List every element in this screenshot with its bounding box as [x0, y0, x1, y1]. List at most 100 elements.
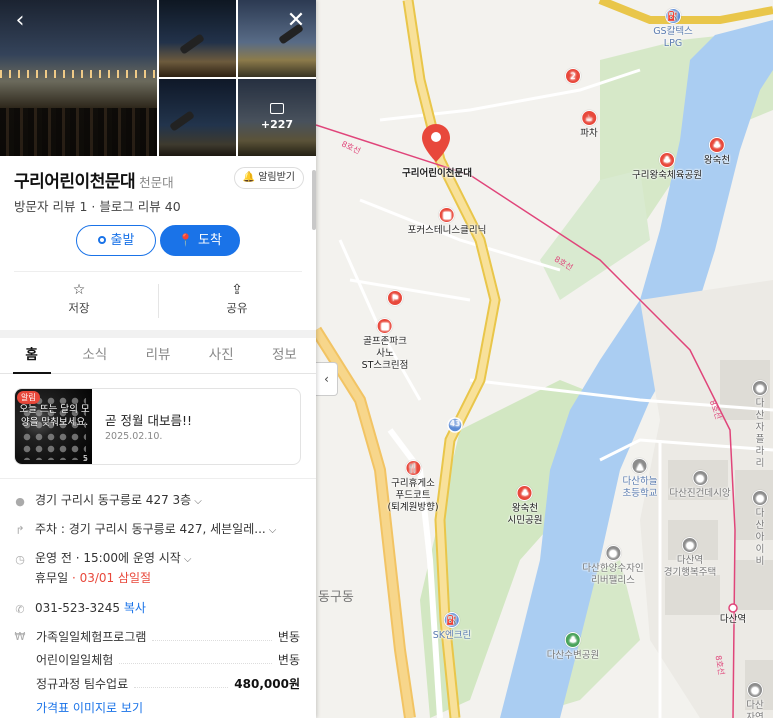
map-poi-tennis[interactable]: ■ 포커스테니스클리닉 [408, 207, 486, 237]
map-poi-dasan-jingeon[interactable]: ● 다산진건데시앙 [669, 470, 731, 500]
parking-row[interactable]: ↱ 주차 : 경기 구리시 동구릉로 427, 세븐일레... ⌵ [14, 520, 306, 537]
action-bar: ☆ 저장 ⇪ 공유 [0, 282, 316, 322]
phone-row: ✆ 031-523-3245 복사 [15, 601, 146, 616]
price-row: 정규과정 팀수업료 480,000원 [36, 677, 300, 691]
photo-thumb[interactable] [159, 0, 236, 77]
hours-row[interactable]: ◷ 운영 전 · 15:00에 운영 시작 ⌵ [14, 549, 306, 566]
phone-icon: ✆ [15, 603, 25, 616]
tab-photos[interactable]: 사진 [190, 338, 253, 373]
panel-scrollbar[interactable] [312, 0, 316, 718]
news-card[interactable]: 알림 오늘 뜨는 달의 모양을 맞춰보세요. 5 곧 정월 대보름!! 2025… [14, 388, 301, 465]
chevron-down-icon: ⌵ [268, 525, 277, 536]
arrive-button[interactable]: 📍 도착 [160, 225, 240, 256]
map-poi-sk[interactable]: ⛽ SK엔크린 [433, 612, 471, 642]
sports-icon: ■ [438, 207, 455, 223]
photo-grid[interactable]: +227 ‹ ✕ [0, 0, 316, 156]
chevron-left-icon: ‹ [324, 372, 329, 386]
building-icon: ● [752, 490, 768, 506]
news-title: 곧 정월 대보름!! [105, 413, 192, 428]
map-poi-riverpalace[interactable]: ● 다산한양수자인 리버팰리스 [582, 545, 644, 587]
review-summary[interactable]: 방문자 리뷰 1 · 블로그 리뷰 40 [14, 196, 181, 215]
route-43-shield: 43 [449, 419, 461, 428]
building-icon: ● [681, 537, 698, 553]
map-poi-rest-area[interactable]: 🍴 구리휴게소 푸드코트 (퇴계원방향) [387, 460, 439, 514]
map-label-dasan-station[interactable]: 다산역 [720, 614, 746, 626]
place-category: 천문대 [139, 175, 174, 190]
restaurant-icon: 🍴 [405, 460, 421, 476]
gas-station-icon: ⛽ [443, 612, 460, 628]
news-thumb-count: 5 [82, 454, 88, 463]
map-poi-dasan-right3[interactable]: ● 다산 자연앤푸 [746, 682, 764, 718]
photo-thumb[interactable] [159, 79, 236, 156]
price-row: 어린이일일체험 변동 [36, 653, 300, 667]
photo-more-count: +227 [260, 118, 294, 131]
tab-bar: 홈 소식 리뷰 사진 정보 [0, 338, 316, 374]
scrollbar-thumb[interactable] [312, 170, 316, 230]
depart-button[interactable]: 출발 [76, 225, 156, 256]
holiday-row: 휴무일 · 03/01 삼일절 [35, 571, 152, 585]
map-poi-number[interactable]: 2 [565, 68, 581, 86]
park-icon: ♣ [708, 137, 725, 153]
photo-more[interactable]: +227 [238, 79, 316, 156]
chevron-down-icon: ⌵ [183, 554, 192, 565]
map-poi-dasan-right2[interactable]: ● 다산 아이비 [752, 490, 768, 568]
alarm-button[interactable]: 🔔 알림받기 [233, 167, 304, 189]
place-name: 구리어린이천문대 [14, 172, 136, 192]
building-icon: ● [747, 682, 763, 698]
save-button[interactable]: ☆ 저장 [0, 282, 158, 322]
school-icon: ▲ [632, 458, 648, 474]
map-poi-flag[interactable]: ⚑ [387, 290, 403, 308]
close-icon: ✕ [286, 8, 306, 33]
route-buttons: 출발 📍 도착 [76, 225, 240, 256]
share-icon: ⇪ [231, 282, 243, 298]
map-poi-pacha[interactable]: ☕ 파차 [580, 110, 598, 140]
map-poi-sports-park[interactable]: ♣ 구리왕숙체육공원 [632, 152, 702, 182]
bell-icon: 🔔 [242, 172, 255, 183]
destination-pin-icon: 📍 [178, 233, 194, 247]
price-image-link[interactable]: 가격표 이미지로 보기 [36, 699, 143, 716]
tab-info[interactable]: 정보 [253, 338, 316, 373]
cafe-icon: ☕ [580, 110, 597, 126]
news-thumb-caption: 오늘 뜨는 달의 모양을 맞춰보세요. [19, 404, 90, 428]
divider [14, 271, 302, 272]
map-poi-dasan-happy[interactable]: ● 다산역 경기행복주택 [664, 537, 716, 579]
share-button[interactable]: ⇪ 공유 [158, 282, 316, 322]
map-poi-golf[interactable]: ■ 골프존파크 사노 ST스크린점 [362, 318, 408, 372]
location-pin-icon[interactable] [422, 124, 450, 162]
map-poi-citizen-park[interactable]: ♣ 왕숙천 시민공원 [508, 485, 542, 527]
tab-reviews[interactable]: 리뷰 [126, 338, 189, 373]
park-icon: ♣ [517, 485, 533, 501]
map-area-label: 동구동 [318, 590, 354, 605]
gas-station-icon: ⛽ [665, 8, 681, 24]
building-icon: ● [752, 380, 768, 396]
park-icon: ♣ [658, 152, 675, 168]
close-button[interactable]: ✕ [284, 10, 308, 34]
panel-collapse-button[interactable]: ‹ [316, 362, 338, 396]
number-pin-icon: 2 [565, 68, 581, 84]
section-divider [0, 330, 316, 338]
map-poi-school[interactable]: ▲ 다산하늘 초등학교 [623, 458, 657, 500]
tab-home[interactable]: 홈 [0, 338, 63, 374]
map-poi-gs[interactable]: ⛽ GS칼텍스 LPG [653, 8, 693, 50]
building-icon: ● [605, 545, 621, 561]
price-icon-row: ₩ [14, 628, 34, 643]
divider [0, 478, 316, 479]
map-poi-dasansu-park[interactable]: ♣ 다산수변공원 [547, 632, 599, 662]
map-poi-wangsukcheon[interactable]: ♣ 왕숙천 [704, 137, 730, 167]
place-detail-panel: +227 ‹ ✕ 구리어린이천문대 천문대 🔔 알림받기 방문자 리뷰 1 · 블… [0, 0, 316, 718]
map-label-observatory[interactable]: 구리어린이천문대 [402, 168, 472, 180]
map-poi-dasan-right1[interactable]: ● 다산자 플라리 [752, 380, 768, 470]
star-icon: ☆ [72, 282, 86, 298]
place-title-row: 구리어린이천문대 천문대 🔔 알림받기 [14, 167, 304, 192]
location-icon: ● [15, 495, 25, 508]
address-row[interactable]: ● 경기 구리시 동구릉로 427 3층 ⌵ [14, 491, 306, 508]
back-button[interactable]: ‹ [8, 10, 32, 34]
chevron-down-icon: ⌵ [194, 496, 202, 507]
golf-icon: ■ [376, 318, 393, 334]
origin-icon [97, 236, 106, 244]
copy-button[interactable]: 복사 [124, 601, 146, 615]
price-row: 가족일일체험프로그램 변동 [36, 630, 300, 644]
building-icon: ● [692, 470, 708, 486]
clock-icon: ◷ [15, 553, 25, 566]
tab-news[interactable]: 소식 [63, 338, 126, 373]
